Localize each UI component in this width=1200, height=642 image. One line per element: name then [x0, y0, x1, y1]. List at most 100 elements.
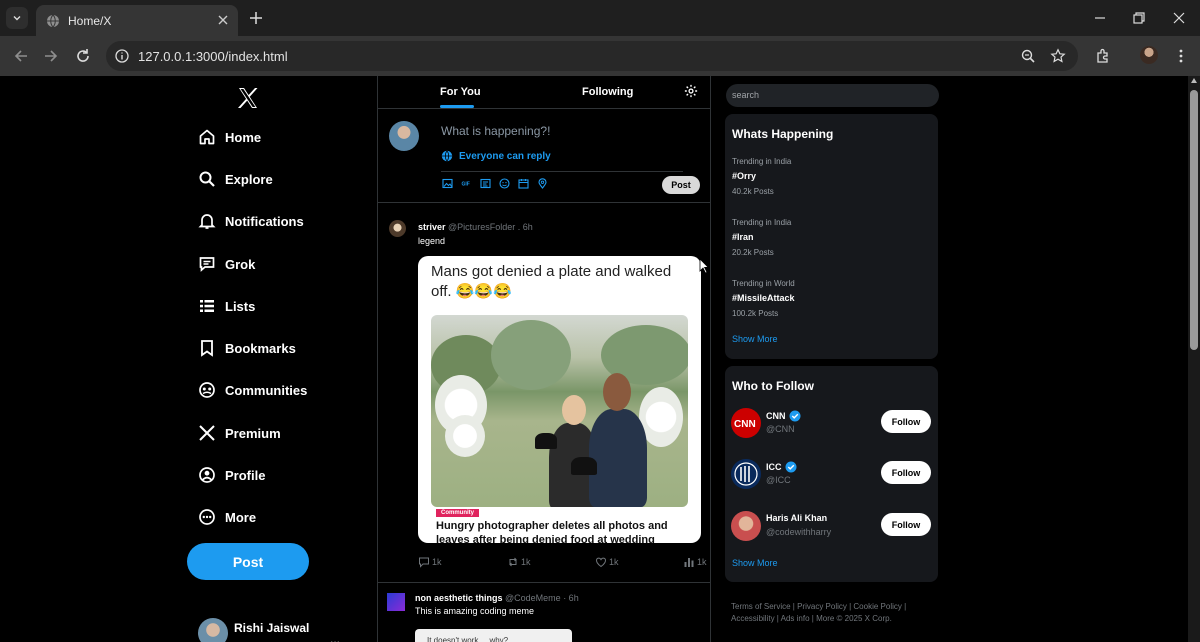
- restore-icon[interactable]: [1131, 10, 1147, 26]
- views-count: 1k: [697, 557, 707, 567]
- tweet-header: striver @PicturesFolder . 6h: [418, 222, 533, 232]
- gear-icon[interactable]: [684, 84, 698, 98]
- trend-item[interactable]: Trending in World #MissileAttack 100.2k …: [732, 279, 795, 318]
- trend-item[interactable]: Trending in India #Iran 20.2k Posts: [732, 218, 791, 257]
- trend-name: #Orry: [732, 171, 757, 181]
- reply-button[interactable]: 1k: [418, 556, 442, 568]
- page-scrollbar[interactable]: [1188, 76, 1200, 642]
- bookmark-star-icon[interactable]: [1050, 48, 1066, 64]
- scroll-up-arrow-icon[interactable]: [1191, 78, 1197, 83]
- globe-icon: [47, 14, 59, 28]
- account-switcher[interactable]: Rishi Jaiswal ...: [198, 618, 340, 642]
- browser-menu-icon[interactable]: [1172, 47, 1190, 65]
- trend-name: #MissileAttack: [732, 293, 795, 303]
- follow-button[interactable]: Follow: [881, 513, 931, 536]
- show-more-trends-link[interactable]: Show More: [732, 334, 778, 344]
- bookmark-icon: [201, 340, 213, 357]
- minimize-icon[interactable]: [1092, 10, 1108, 26]
- extensions-icon[interactable]: [1094, 47, 1112, 65]
- nav-item-more[interactable]: More: [198, 505, 256, 529]
- bell-icon: [198, 214, 216, 229]
- follow-suggestion[interactable]: ICC @ICC Follow: [731, 459, 931, 493]
- compose-post-button[interactable]: Post: [662, 176, 700, 194]
- search-input[interactable]: search: [726, 84, 939, 107]
- trend-context: Trending in World: [732, 279, 795, 288]
- nav-item-explore[interactable]: Explore: [198, 167, 273, 191]
- follow-suggestion[interactable]: Haris Ali Khan @codewithharry Follow: [731, 511, 931, 545]
- reply-setting-label: Everyone can reply: [459, 150, 551, 162]
- image-icon[interactable]: [441, 177, 453, 189]
- nav-label: Notifications: [225, 213, 304, 229]
- avatar: [731, 459, 761, 489]
- tweet[interactable]: striver @PicturesFolder . 6h legend Mans…: [378, 203, 710, 583]
- tab-for-you[interactable]: For You: [440, 86, 481, 98]
- reply-setting-button[interactable]: Everyone can reply: [441, 150, 551, 162]
- schedule-icon[interactable]: [517, 177, 529, 189]
- whats-happening-panel: Whats Happening Trending in India #Orry …: [725, 114, 938, 359]
- new-tab-icon[interactable]: [248, 10, 264, 26]
- tweet-author-name[interactable]: non aesthetic things: [415, 593, 503, 603]
- nav-item-notifications[interactable]: Notifications: [198, 209, 304, 233]
- account-more-icon[interactable]: ...: [330, 632, 340, 642]
- forward-arrow-icon[interactable]: [42, 47, 60, 65]
- follow-name: ICC: [766, 461, 797, 473]
- nav-item-lists[interactable]: Lists: [198, 294, 255, 318]
- nav-item-grok[interactable]: Grok: [198, 252, 255, 276]
- gif-icon[interactable]: GIF: [460, 177, 472, 189]
- post-button[interactable]: Post: [187, 543, 309, 580]
- follow-display-name: CNN: [766, 411, 786, 421]
- nav-item-premium[interactable]: Premium: [198, 421, 281, 445]
- browser-tab[interactable]: Home/X: [36, 5, 238, 36]
- tweet[interactable]: non aesthetic things @CodeMeme · 6h This…: [378, 584, 710, 642]
- nav-item-profile[interactable]: Profile: [198, 463, 265, 487]
- close-window-icon[interactable]: [1171, 10, 1187, 26]
- communities-icon: [199, 382, 215, 398]
- tab-search-menu-button[interactable]: [6, 7, 28, 29]
- nav-item-communities[interactable]: Communities: [198, 378, 307, 402]
- nav-item-home[interactable]: Home: [198, 125, 261, 149]
- tweet-media[interactable]: Mans got denied a plate and walked off. …: [418, 256, 701, 543]
- follow-button[interactable]: Follow: [881, 410, 931, 433]
- follow-button[interactable]: Follow: [881, 461, 931, 484]
- show-more-follow-link[interactable]: Show More: [732, 558, 778, 568]
- zoom-icon[interactable]: [1020, 48, 1036, 64]
- avatar: [198, 618, 228, 642]
- nav-label: Home: [225, 129, 262, 145]
- trend-count: 20.2k Posts: [732, 248, 774, 257]
- composer-toolbar: GIF: [441, 177, 555, 189]
- nav-label: Profile: [225, 467, 266, 483]
- address-bar[interactable]: 127.0.0.1:3000/index.html: [106, 41, 1078, 71]
- avatar[interactable]: [387, 593, 405, 611]
- avatar[interactable]: [389, 220, 406, 237]
- nav-item-bookmarks[interactable]: Bookmarks: [198, 336, 296, 360]
- x-logo-icon[interactable]: [236, 86, 260, 110]
- footer-links[interactable]: Terms of Service | Privacy Policy | Cook…: [731, 601, 921, 625]
- location-icon[interactable]: [536, 177, 548, 189]
- tweet-media[interactable]: It doesn't work ... why?: [415, 629, 572, 642]
- verified-badge-icon: [785, 461, 796, 473]
- trend-item[interactable]: Trending in India #Orry 40.2k Posts: [732, 157, 791, 196]
- close-tab-icon[interactable]: [216, 13, 230, 27]
- compose-input[interactable]: What is happening?!: [441, 124, 550, 138]
- retweet-button[interactable]: 1k: [507, 556, 531, 568]
- nav-label: Premium: [225, 425, 281, 441]
- emoji-icon[interactable]: [498, 177, 510, 189]
- trend-context: Trending in India: [732, 218, 792, 227]
- like-button[interactable]: 1k: [595, 556, 619, 568]
- poll-icon[interactable]: [479, 177, 491, 189]
- scroll-thumb[interactable]: [1190, 90, 1198, 350]
- tweet-text: legend: [418, 236, 446, 246]
- cnn-logo-icon: CNN: [734, 419, 756, 429]
- media-tag: Community: [436, 509, 479, 517]
- back-arrow-icon[interactable]: [12, 47, 30, 65]
- site-info-icon[interactable]: [114, 48, 130, 64]
- browser-profile-avatar[interactable]: [1140, 46, 1158, 64]
- tab-following[interactable]: Following: [582, 86, 633, 98]
- trend-name: #Iran: [732, 232, 754, 242]
- follow-suggestion[interactable]: CNN CNN @CNN Follow: [731, 408, 931, 442]
- divider: [441, 171, 683, 172]
- reload-icon[interactable]: [74, 47, 92, 65]
- follow-name: Haris Ali Khan: [766, 513, 827, 523]
- tweet-author-name[interactable]: striver: [418, 222, 446, 232]
- views-button[interactable]: 1k: [683, 556, 707, 568]
